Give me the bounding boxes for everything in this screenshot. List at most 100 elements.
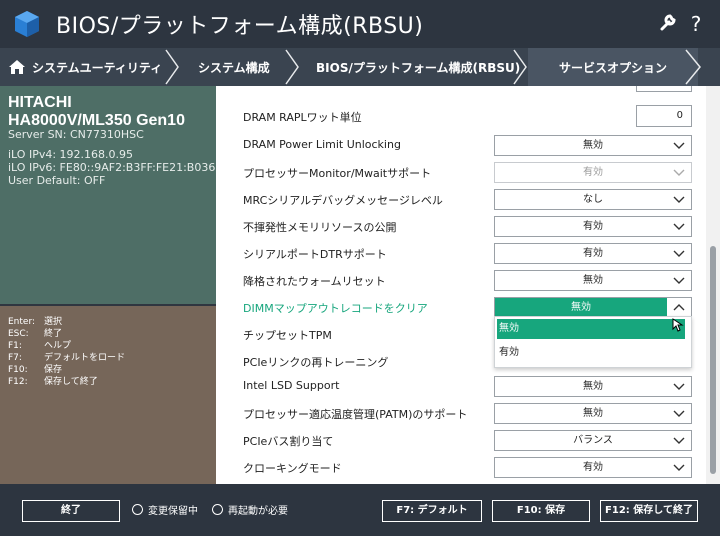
setting-label: DIMMマップアウトレコードをクリア (243, 302, 428, 315)
setting-label: MRCシリアルデバッグメッセージレベル (243, 194, 443, 207)
setting-dram-power-limit: DRAM Power Limit Unlocking 無効 (216, 132, 706, 159)
chevron-down-icon (673, 196, 685, 203)
setting-serial-dtr: シリアルポートDTRサポート 有効 (216, 240, 706, 267)
breadcrumb: システムユーティリティ システム構成 BIOS/プラットフォーム構成(RBSU)… (0, 48, 720, 86)
setting-label: 不揮発性メモリリソースの公開 (243, 221, 397, 234)
chevron-down-icon (673, 464, 685, 471)
setting-pcie-bus: PCIeバス割り当て バランス (216, 427, 706, 454)
server-info-panel: HITACHI HA8000V/ML350 Gen10 Server SN: C… (0, 86, 216, 304)
key-help-panel: Enter: 選択 ESC: 終了 F1: ヘルプ F7: デフォルトをロード F10:… (0, 306, 216, 484)
dimm-mapout-select[interactable]: 無効 (494, 297, 692, 318)
logo-icon (15, 11, 39, 37)
dram-rapl-input[interactable]: 0 (636, 105, 692, 127)
setting-label: プロセッサーMonitor/Mwaitサポート (243, 167, 432, 180)
select-value: 有効 (583, 167, 603, 178)
chevron-down-icon (673, 223, 685, 230)
title-bar: BIOS/プラットフォーム構成(RBSU) ? (0, 0, 720, 48)
breadcrumb-system-utilities[interactable]: システムユーティリティ (8, 48, 162, 86)
setting-label: クローキングモード (243, 462, 342, 475)
breadcrumb-label: BIOS/プラットフォーム構成(RBSU) (316, 60, 521, 75)
exit-button[interactable]: 終了 (22, 500, 120, 522)
select-value: 有効 (583, 248, 603, 259)
monitor-mwait-select: 有効 (494, 162, 692, 183)
mrc-debug-select[interactable]: なし (494, 189, 692, 210)
wrench-icon[interactable] (656, 12, 680, 36)
mouse-cursor-icon (672, 318, 684, 332)
select-value: バランス (573, 435, 613, 446)
dropdown-option-disabled[interactable]: 無効 (497, 319, 685, 339)
setting-mrc-debug: MRCシリアルデバッグメッセージレベル なし (216, 186, 706, 213)
nvm-resources-select[interactable]: 有効 (494, 216, 692, 237)
chevron-down-icon (673, 277, 685, 284)
chevron-down-icon (673, 437, 685, 444)
reboot-required-indicator (212, 504, 223, 515)
reboot-required-label: 再起動が必要 (228, 506, 288, 517)
server-vendor: HITACHI (8, 94, 72, 111)
breadcrumb-service-options[interactable]: サービスオプション (528, 48, 698, 86)
pcie-bus-select[interactable]: バランス (494, 430, 692, 451)
breadcrumb-label: システム構成 (198, 60, 270, 75)
patm-select[interactable]: 無効 (494, 403, 692, 424)
f10-save-button[interactable]: F10: 保存 (492, 500, 590, 522)
setting-patm: プロセッサー適応温度管理(PATM)のサポート 無効 (216, 400, 706, 427)
setting-label: PCIeバス割り当て (243, 435, 334, 448)
settings-list: DRAM RAPLワット単位 0 DRAM Power Limit Unlock… (216, 86, 720, 484)
help-icon[interactable]: ? (684, 12, 708, 36)
setting-warm-reset: 降格されたウォームリセット 無効 (216, 267, 706, 294)
key-hint: F12: 保存して終了 (8, 377, 98, 387)
page-title: BIOS/プラットフォーム構成(RBSU) (56, 14, 424, 39)
pending-changes-label: 変更保留中 (148, 506, 198, 517)
breadcrumb-separator-icon (682, 48, 701, 86)
select-value: 無効 (583, 381, 603, 392)
breadcrumb-separator-icon (513, 49, 527, 85)
ilo-ipv6: iLO IPv6: FE80::9AF2:B3FF:FE21:B036 (8, 161, 216, 174)
setting-label: シリアルポートDTRサポート (243, 248, 387, 261)
server-serial: Server SN: CN77310HSC (8, 128, 144, 141)
dram-power-limit-select[interactable]: 無効 (494, 135, 692, 156)
cloaking-select[interactable]: 有効 (494, 457, 692, 478)
breadcrumb-label: システムユーティリティ (32, 60, 163, 75)
select-value: 無効 (583, 140, 603, 151)
dimm-mapout-dropdown: 無効 有効 (494, 316, 692, 368)
setting-label: プロセッサー適応温度管理(PATM)のサポート (243, 408, 468, 421)
breadcrumb-separator-icon (165, 49, 179, 85)
setting-label: 降格されたウォームリセット (243, 275, 386, 288)
footer-bar: 終了 変更保留中 再起動が必要 F7: デフォルト F10: 保存 F12: 保… (0, 484, 720, 536)
f7-default-button[interactable]: F7: デフォルト (382, 500, 482, 522)
setting-nvm-resources: 不揮発性メモリリソースの公開 有効 (216, 213, 706, 240)
breadcrumb-system-config[interactable]: システム構成 (198, 48, 270, 86)
select-value: 無効 (583, 275, 603, 286)
chevron-up-icon (673, 304, 685, 311)
serial-dtr-select[interactable]: 有効 (494, 243, 692, 264)
setting-label: PCIeリンクの再トレーニング (243, 356, 389, 369)
select-value: 無効 (495, 298, 667, 317)
chevron-down-icon (673, 142, 685, 149)
setting-label: Intel LSD Support (243, 379, 340, 392)
setting-cloaking: クローキングモード 有効 (216, 454, 706, 481)
f12-save-exit-button[interactable]: F12: 保存して終了 (600, 500, 698, 522)
chevron-down-icon (673, 250, 685, 257)
user-default: User Default: OFF (8, 174, 106, 187)
setting-label: DRAM RAPLワット単位 (243, 111, 362, 124)
select-value: 無効 (583, 408, 603, 419)
breadcrumb-separator-icon (285, 49, 299, 85)
scrollbar[interactable] (706, 86, 720, 484)
select-value: なし (583, 194, 603, 205)
select-value: 有効 (583, 462, 603, 473)
setting-label: チップセットTPM (243, 329, 332, 342)
setting-dram-rapl: DRAM RAPLワット単位 0 (216, 103, 706, 130)
breadcrumb-rbsu[interactable]: BIOS/プラットフォーム構成(RBSU) (316, 48, 520, 86)
dropdown-option-enabled[interactable]: 有効 (497, 343, 685, 363)
select-value: 有効 (583, 221, 603, 232)
intel-lsd-select[interactable]: 無効 (494, 376, 692, 397)
setting-label: DRAM Power Limit Unlocking (243, 138, 401, 151)
scrollbar-thumb[interactable] (710, 246, 716, 474)
setting-monitor-mwait: プロセッサーMonitor/Mwaitサポート 有効 (216, 159, 706, 186)
chevron-down-icon (673, 383, 685, 390)
partial-input[interactable] (636, 86, 692, 92)
warm-reset-select[interactable]: 無効 (494, 270, 692, 291)
ilo-ipv4: iLO IPv4: 192.168.0.95 (8, 148, 134, 161)
chevron-down-icon (673, 169, 685, 176)
breadcrumb-label: サービスオプション (558, 60, 667, 75)
home-icon (9, 60, 25, 74)
